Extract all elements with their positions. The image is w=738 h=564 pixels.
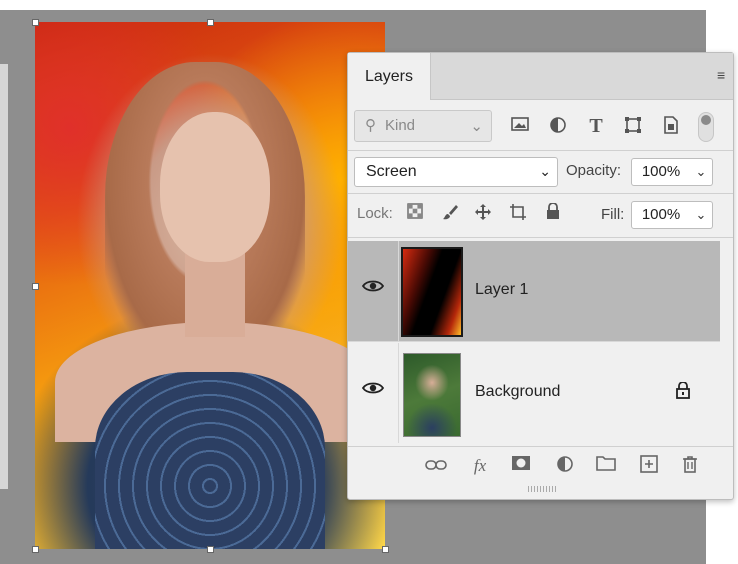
photo-dress [95,372,325,549]
lock-label: Lock: [357,205,393,222]
filter-row: ⚲ Kind ⌄ T [348,108,733,144]
transform-handle-bottom-left[interactable] [32,546,39,553]
layer-name[interactable]: Background [475,383,560,401]
layer-mask-icon[interactable] [509,455,533,477]
opacity-input[interactable]: 100% [631,158,691,186]
panel-bottom-toolbar: fx [348,446,733,487]
fill-label: Fill: [601,206,625,223]
kind-filter-select[interactable]: ⚲ Kind ⌄ [354,110,492,142]
lock-image-pixels-icon[interactable] [439,203,461,225]
layer-name[interactable]: Layer 1 [475,281,528,299]
layer-row-layer-1[interactable]: Layer 1 [348,241,720,341]
chevron-down-icon: ⌄ [539,163,551,179]
layer-thumbnail-photo [403,353,461,437]
kind-label: Kind [385,117,416,134]
opacity-label: Opacity: [566,162,622,179]
adjustment-filter-icon[interactable] [548,116,568,136]
trash-icon[interactable] [678,455,702,477]
lock-transparent-pixels-icon[interactable] [404,203,426,225]
panel-tab-bar: Layers ≡ [348,53,733,100]
photo-face [160,112,270,262]
lock-artboard-icon[interactable] [507,203,529,225]
tab-layers-label: Layers [364,67,414,85]
divider [348,193,733,194]
blend-mode-select[interactable]: Screen ⌄ [354,157,558,187]
fill-dropdown-button[interactable]: ⌄ [690,201,713,229]
lock-position-icon[interactable] [472,203,494,225]
type-filter-icon[interactable]: T [586,116,606,136]
document-canvas-image[interactable] [35,22,385,549]
smart-object-filter-icon[interactable] [661,116,681,136]
transform-handle-bottom[interactable] [207,546,214,553]
link-layers-icon[interactable] [424,455,448,477]
layer-row-background[interactable]: Background [348,343,720,443]
opacity-dropdown-button[interactable]: ⌄ [690,158,713,186]
adjustment-layer-icon[interactable] [553,455,577,477]
tab-layers[interactable]: Layers [348,53,431,100]
filter-toggle[interactable] [698,112,714,142]
lock-all-icon[interactable] [542,202,564,225]
shape-filter-icon[interactable] [623,116,643,136]
left-panel-edge [0,64,8,489]
visibility-eye-icon[interactable] [360,279,386,299]
fill-input[interactable]: 100% [631,201,691,229]
layer-lock-icon[interactable] [676,381,690,404]
fx-icon[interactable]: fx [468,455,492,477]
layers-panel: Layers ≡ ⚲ Kind ⌄ T Screen ⌄ Opacity: 10… [347,52,734,500]
transform-handle-top-left[interactable] [32,19,39,26]
transform-handle-bottom-right[interactable] [382,546,389,553]
panel-menu-icon[interactable]: ≡ [717,68,731,82]
divider [348,237,733,238]
visibility-eye-icon[interactable] [360,381,386,401]
new-layer-icon[interactable] [637,455,661,477]
chevron-down-icon: ⌄ [470,118,483,135]
transform-handle-top[interactable] [207,19,214,26]
search-icon: ⚲ [365,117,376,134]
layer-thumbnail-gradient [401,247,463,337]
image-filter-icon[interactable] [510,116,530,136]
blend-mode-value: Screen [366,163,417,180]
divider [348,150,733,151]
panel-resize-grip[interactable] [528,486,558,492]
filter-toggle-knob [701,115,711,125]
transform-handle-left[interactable] [32,283,39,290]
group-folder-icon[interactable] [594,455,618,477]
divider [348,341,720,342]
